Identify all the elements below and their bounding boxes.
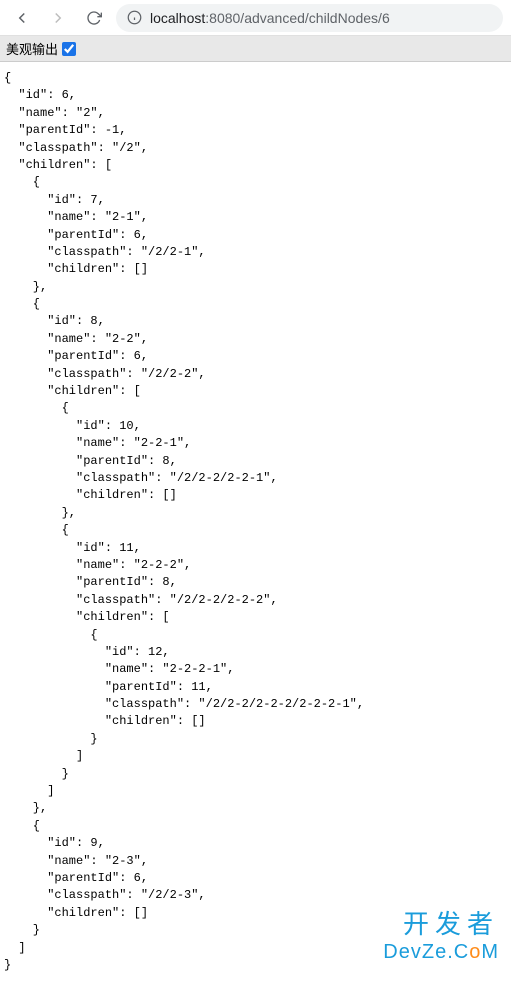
url-text: localhost:8080/advanced/childNodes/6 xyxy=(150,10,390,26)
pretty-print-bar: 美观输出 xyxy=(0,36,511,62)
json-body: { "id": 6, "name": "2", "parentId": -1, … xyxy=(0,62,511,982)
url-host: localhost xyxy=(150,10,205,26)
pretty-print-checkbox[interactable] xyxy=(62,42,76,56)
browser-toolbar: localhost:8080/advanced/childNodes/6 xyxy=(0,0,511,36)
forward-button[interactable] xyxy=(44,4,72,32)
site-info-icon[interactable] xyxy=(126,10,142,26)
reload-button[interactable] xyxy=(80,4,108,32)
back-button[interactable] xyxy=(8,4,36,32)
pretty-print-label: 美观输出 xyxy=(6,39,58,58)
url-path: :8080/advanced/childNodes/6 xyxy=(205,10,389,26)
address-bar[interactable]: localhost:8080/advanced/childNodes/6 xyxy=(116,4,503,32)
